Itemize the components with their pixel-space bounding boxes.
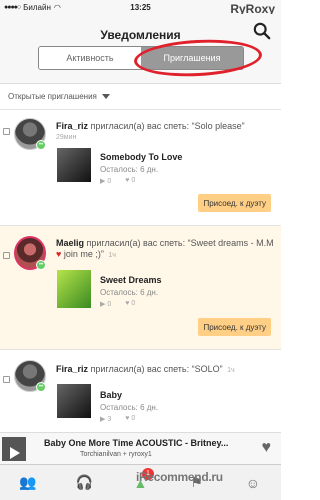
- song-stats: ▶ 0 ♥ 0: [100, 300, 135, 308]
- remaining-time: Осталось: 6 дн.: [100, 288, 159, 297]
- profile-icon[interactable]: ☺: [242, 472, 264, 494]
- plays-stat: ▶ 0: [100, 178, 112, 185]
- page-title: Уведомления: [100, 28, 181, 42]
- song-title[interactable]: Somebody To Love: [100, 152, 182, 162]
- duet-badge-icon: ••: [36, 382, 46, 392]
- likes-stat: ♥ 0: [125, 415, 136, 422]
- song-cover[interactable]: [57, 148, 91, 182]
- card-type-icon: [3, 128, 10, 135]
- invitation-message: Maelig пригласил(а) вас спеть: “Sweet dr…: [56, 238, 274, 259]
- song-cover[interactable]: [57, 270, 91, 308]
- timestamp: 1ч: [227, 367, 235, 374]
- tab-activity[interactable]: Активность: [39, 47, 141, 69]
- card-type-icon: [3, 376, 10, 383]
- likes-stat: ♥ 0: [125, 300, 136, 307]
- watermark-logo: iRecommend.ru: [136, 470, 223, 484]
- remaining-time: Осталось: 6 дн.: [100, 403, 159, 412]
- user-name[interactable]: Fira_riz: [56, 121, 88, 131]
- player-cover[interactable]: [2, 437, 26, 461]
- join-duet-button[interactable]: Присоед. к дуэту: [198, 194, 271, 212]
- filter-label: Открытые приглашения: [8, 92, 97, 101]
- invitation-card: •• Maelig пригласил(а) вас спеть: “Sweet…: [0, 226, 281, 350]
- segmented-control: Активность Приглашения: [38, 46, 244, 70]
- duet-badge-icon: ••: [36, 260, 46, 270]
- invitation-card: •• Fira_riz пригласил(а) вас спеть: “SOL…: [0, 350, 281, 432]
- remaining-time: Осталось: 6 дн.: [100, 165, 159, 174]
- header: Уведомления Активность Приглашения: [0, 14, 281, 84]
- mini-player[interactable]: Baby One More Time ACOUSTIC - Britney...…: [0, 432, 281, 464]
- search-icon[interactable]: [253, 22, 271, 40]
- card-type-icon: [3, 252, 10, 259]
- favorite-heart-icon[interactable]: ♥: [262, 439, 272, 457]
- play-icon[interactable]: [10, 447, 20, 459]
- status-bar: ●●●●○ Билайн ◠ 13:25 RyRoxy: [0, 0, 281, 16]
- song-stats: ▶ 3 ♥ 0: [100, 415, 135, 423]
- chevron-down-icon: [101, 94, 110, 99]
- invitation-message: Fira_riz пригласил(а) вас спеть: “Solo p…: [56, 121, 245, 131]
- song-stats: ▶ 0 ♥ 0: [100, 177, 135, 185]
- plays-stat: ▶ 3: [100, 416, 112, 423]
- invitation-message: Fira_riz пригласил(а) вас спеть: “SOLO” …: [56, 364, 235, 374]
- song-title[interactable]: Baby: [100, 390, 122, 400]
- filter-dropdown[interactable]: Открытые приглашения: [0, 84, 281, 110]
- timestamp: 1ч: [108, 252, 116, 259]
- user-name[interactable]: Maelig: [56, 238, 84, 248]
- timestamp: 29мин: [56, 134, 77, 141]
- people-icon[interactable]: 👥: [17, 472, 39, 494]
- invitation-card: •• Fira_riz пригласил(а) вас спеть: “Sol…: [0, 110, 281, 226]
- user-name[interactable]: Fira_riz: [56, 364, 88, 374]
- join-duet-button[interactable]: Присоед. к дуэту: [198, 318, 271, 336]
- player-title: Baby One More Time ACOUSTIC - Britney...: [44, 438, 229, 448]
- headphones-icon[interactable]: 🎧: [73, 472, 95, 494]
- plays-stat: ▶ 0: [100, 301, 112, 308]
- duet-badge-icon: ••: [36, 140, 46, 150]
- song-title[interactable]: Sweet Dreams: [100, 275, 162, 285]
- song-cover[interactable]: [57, 384, 91, 418]
- likes-stat: ♥ 0: [125, 177, 136, 184]
- player-artists: Torchianilvan + ryroxy1: [80, 451, 152, 458]
- tab-invitations[interactable]: Приглашения: [141, 47, 243, 69]
